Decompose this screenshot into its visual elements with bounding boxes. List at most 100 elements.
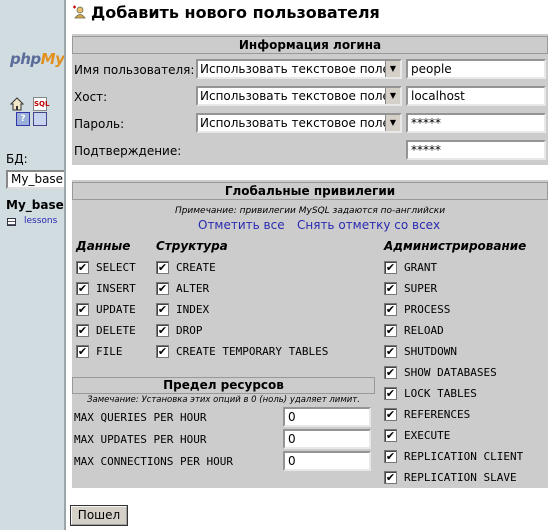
privilege-checkbox[interactable]: ✔: [76, 345, 89, 358]
confirm-password-input[interactable]: *****: [406, 140, 546, 160]
privilege-checkbox[interactable]: ✔: [384, 303, 397, 316]
login-info-panel: Информация логина Имя пользователя: Испо…: [72, 34, 548, 165]
host-input[interactable]: localhost: [406, 86, 546, 106]
username-mode-select[interactable]: Использовать текстовое поле: ▼: [196, 59, 402, 79]
privilege-checkbox[interactable]: ✔: [156, 303, 169, 316]
logo-suffix: My: [40, 50, 65, 68]
privilege-checkbox[interactable]: ✔: [76, 282, 89, 295]
privilege-label: REFERENCES: [404, 408, 471, 421]
page-title: Добавить нового пользователя: [72, 3, 380, 22]
privilege-checkbox[interactable]: ✔: [76, 261, 89, 274]
max-connections-row: MAX CONNECTIONS PER HOUR 0: [72, 451, 375, 473]
privilege-label: CREATE: [176, 261, 216, 274]
privilege-label: DELETE: [96, 324, 136, 337]
main-content: Добавить нового пользователя Информация …: [66, 0, 549, 530]
max-updates-row: MAX UPDATES PER HOUR 0: [72, 429, 375, 451]
global-privileges-header: Глобальные привилегии: [72, 182, 548, 200]
privilege-label: REPLICATION CLIENT: [404, 450, 524, 463]
select-value: Использовать текстовое поле:: [200, 116, 394, 130]
privilege-checkbox[interactable]: ✔: [384, 387, 397, 400]
confirm-row: Подтверждение: *****: [72, 139, 548, 163]
host-label: Хост:: [74, 90, 108, 104]
host-row: Хост: Использовать текстовое поле: ▼ loca…: [72, 85, 548, 109]
privilege-label: SUPER: [404, 282, 438, 295]
privileges-note: Примечание: привилегии MySQL задаются по…: [174, 206, 446, 216]
chevron-down-icon: ▼: [385, 88, 400, 104]
password-mode-select[interactable]: Использовать текстовое поле: ▼: [196, 113, 402, 133]
max-connections-label: MAX CONNECTIONS PER HOUR: [74, 455, 233, 468]
chevron-down-icon: ▼: [385, 61, 400, 77]
privilege-checkbox[interactable]: ✔: [384, 324, 397, 337]
sql-query-icon[interactable]: SQL: [33, 97, 49, 111]
page-title-text: Добавить нового пользователя: [91, 3, 380, 22]
privilege-label: FILE: [96, 345, 123, 358]
privilege-label: ALTER: [176, 282, 210, 295]
privilege-label: LOCK TABLES: [404, 387, 477, 400]
chevron-down-icon: ▼: [385, 115, 400, 131]
database-name[interactable]: My_base: [6, 198, 64, 212]
select-value: Использовать текстовое поле:: [200, 89, 394, 103]
privilege-checkbox[interactable]: ✔: [384, 471, 397, 484]
password-row: Пароль: Использовать текстовое поле: ▼ **…: [72, 112, 548, 136]
max-queries-label: MAX QUERIES PER HOUR: [74, 411, 207, 424]
help-icon[interactable]: ?: [16, 112, 30, 126]
database-label: БД:: [6, 152, 28, 166]
max-queries-row: MAX QUERIES PER HOUR 0: [72, 407, 375, 429]
privilege-checkbox[interactable]: ✔: [76, 303, 89, 316]
privilege-label: INSERT: [96, 282, 136, 295]
database-select[interactable]: My_base: [6, 170, 64, 189]
username-label: Имя пользователя:: [74, 63, 195, 77]
privilege-checkbox[interactable]: ✔: [156, 261, 169, 274]
privilege-checkbox[interactable]: ✔: [156, 324, 169, 337]
navigation-frame: phpMy SQL ? БД: My_base My_base lessons: [0, 0, 66, 530]
select-value: Использовать текстовое поле:: [200, 62, 394, 76]
documentation-icon[interactable]: [33, 112, 47, 126]
data-column-header: Данные: [76, 239, 131, 253]
privilege-checkbox[interactable]: ✔: [384, 261, 397, 274]
go-button[interactable]: Пошел: [70, 505, 128, 526]
table-icon[interactable]: [7, 218, 16, 226]
privilege-checkbox[interactable]: ✔: [156, 345, 169, 358]
phpmyadmin-logo[interactable]: phpMy: [10, 50, 64, 68]
privilege-label: UPDATE: [96, 303, 136, 316]
privilege-label: EXECUTE: [404, 429, 451, 442]
privilege-label: REPLICATION SLAVE: [404, 471, 517, 484]
username-input[interactable]: people: [406, 59, 546, 79]
max-connections-input[interactable]: 0: [283, 451, 371, 471]
privilege-label: INDEX: [176, 303, 210, 316]
password-label: Пароль:: [74, 117, 125, 131]
privilege-checkbox[interactable]: ✔: [156, 282, 169, 295]
admin-column-header: Администрирование: [384, 239, 527, 253]
home-icon[interactable]: [9, 97, 25, 111]
privilege-checkbox[interactable]: ✔: [384, 282, 397, 295]
structure-column-header: Структура: [156, 239, 228, 253]
max-queries-input[interactable]: 0: [283, 407, 371, 427]
username-row: Имя пользователя: Использовать текстовое…: [72, 58, 548, 82]
privilege-checkbox[interactable]: ✔: [384, 366, 397, 379]
privilege-label: RELOAD: [404, 324, 444, 337]
password-input[interactable]: *****: [406, 113, 546, 133]
host-mode-select[interactable]: Использовать текстовое поле: ▼: [196, 86, 402, 106]
privilege-checkbox[interactable]: ✔: [384, 429, 397, 442]
privilege-checkbox[interactable]: ✔: [384, 345, 397, 358]
privilege-label: CREATE TEMPORARY TABLES: [176, 345, 329, 358]
login-info-header: Информация логина: [72, 36, 548, 54]
privilege-checkbox[interactable]: ✔: [76, 324, 89, 337]
uncheck-all-link[interactable]: Снять отметку со всех: [297, 218, 440, 232]
resource-limits-header: Предел ресурсов: [72, 377, 375, 394]
logo-prefix: php: [10, 50, 41, 68]
privilege-label: GRANT: [404, 261, 438, 274]
privilege-label: DROP: [176, 324, 203, 337]
privilege-checkbox[interactable]: ✔: [384, 408, 397, 421]
resource-limits-panel: Предел ресурсов Замечание: Установка эти…: [72, 375, 375, 474]
privilege-label: SHUTDOWN: [404, 345, 457, 358]
max-updates-label: MAX UPDATES PER HOUR: [74, 433, 207, 446]
max-updates-input[interactable]: 0: [283, 429, 371, 449]
privilege-label: PROCESS: [404, 303, 451, 316]
privilege-checkbox[interactable]: ✔: [384, 450, 397, 463]
table-link-lessons[interactable]: lessons: [24, 216, 57, 226]
resource-limits-note: Замечание: Установка этих опций в 0 (нол…: [87, 395, 360, 405]
privilege-label: SELECT: [96, 261, 136, 274]
check-all-link[interactable]: Отметить все: [198, 218, 285, 232]
add-user-icon: [72, 4, 86, 19]
